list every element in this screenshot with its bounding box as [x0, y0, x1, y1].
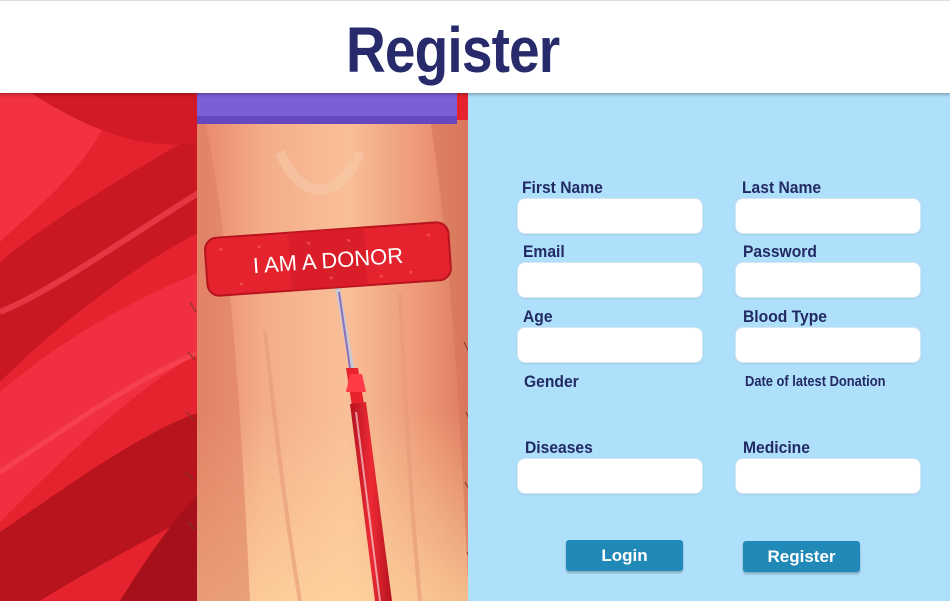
last-name-input[interactable] [735, 198, 921, 234]
medicine-input[interactable] [735, 458, 921, 494]
login-button[interactable]: Login [566, 540, 683, 571]
last-name-label: Last Name [742, 178, 822, 197]
donation-date-label: Date of latest Donation [745, 373, 886, 390]
first-name-input[interactable] [517, 198, 703, 234]
email-label: Email [523, 242, 565, 261]
page-title: Register [346, 14, 560, 86]
first-name-label: First Name [522, 178, 603, 197]
password-label: Password [743, 242, 817, 261]
diseases-label: Diseases [525, 438, 593, 457]
registration-form: First Name Last Name Email Password Age … [468, 92, 950, 601]
register-button[interactable]: Register [743, 541, 860, 572]
page-header: Register [0, 0, 950, 93]
diseases-input[interactable] [517, 458, 703, 494]
age-label: Age [523, 307, 553, 326]
donor-arm-illustration: I AM A DONOR [0, 92, 470, 601]
age-input[interactable] [517, 327, 703, 363]
blood-type-label: Blood Type [743, 307, 827, 326]
email-input[interactable] [517, 262, 703, 298]
password-input[interactable] [735, 262, 921, 298]
gender-label: Gender [524, 372, 579, 391]
blood-type-input[interactable] [735, 327, 921, 363]
medicine-label: Medicine [743, 438, 810, 457]
